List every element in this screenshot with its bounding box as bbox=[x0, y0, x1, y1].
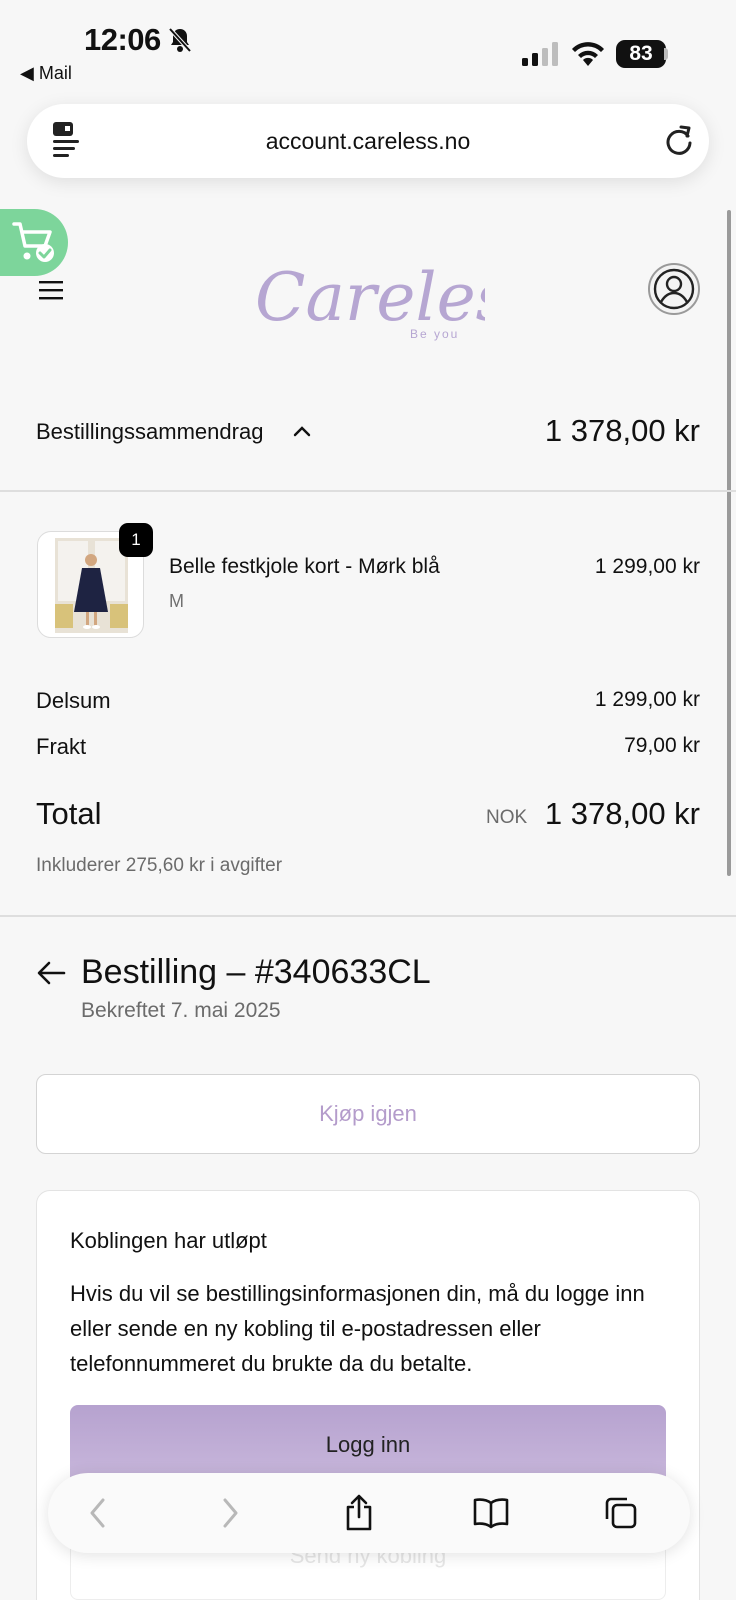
subtotal-value: 1 299,00 kr bbox=[594, 688, 700, 711]
back-icon[interactable] bbox=[88, 1497, 108, 1534]
subtotal-label: Delsum bbox=[36, 688, 111, 713]
divider bbox=[0, 490, 736, 492]
share-icon[interactable] bbox=[344, 1493, 374, 1536]
forward-icon[interactable] bbox=[220, 1497, 240, 1534]
chevron-up-icon[interactable] bbox=[293, 424, 311, 442]
page-scrollbar[interactable] bbox=[727, 210, 731, 876]
battery-tip bbox=[664, 48, 668, 60]
quantity-badge: 1 bbox=[119, 523, 153, 557]
url-text[interactable]: account.careless.no bbox=[27, 128, 709, 155]
user-icon bbox=[653, 268, 695, 310]
order-summary-toggle[interactable]: Bestillingssammendrag bbox=[36, 419, 263, 445]
careless-logo[interactable]: Careless Be you bbox=[255, 232, 543, 349]
bookmarks-icon[interactable] bbox=[472, 1497, 510, 1534]
buy-again-button[interactable]: Kjøp igjen bbox=[36, 1074, 700, 1154]
logo-tagline: Be you bbox=[410, 327, 459, 341]
shipping-value: 79,00 kr bbox=[624, 734, 700, 757]
product-price: 1 299,00 kr bbox=[594, 555, 700, 578]
bell-muted-icon bbox=[168, 27, 192, 58]
wifi-icon bbox=[570, 40, 606, 71]
hamburger-menu-icon[interactable] bbox=[38, 279, 64, 306]
back-to-mail-link[interactable]: ◀ Mail bbox=[20, 63, 72, 84]
card-title: Koblingen har utløpt bbox=[70, 1228, 267, 1253]
tabs-icon[interactable] bbox=[603, 1495, 639, 1536]
address-bar[interactable]: account.careless.no bbox=[27, 104, 709, 178]
total-currency: NOK bbox=[486, 807, 528, 828]
battery-indicator: 83 bbox=[616, 40, 666, 68]
total-label: Total bbox=[36, 796, 102, 831]
total-value: 1 378,00 kr bbox=[544, 796, 700, 831]
order-title: Bestilling – #340633CL bbox=[81, 953, 431, 991]
divider bbox=[0, 915, 736, 917]
logo-text: Careless bbox=[255, 259, 485, 336]
product-name: Belle festkjole kort - Mørk blå bbox=[169, 555, 440, 578]
cart-check-icon bbox=[12, 222, 54, 262]
summary-total-amount: 1 378,00 kr bbox=[544, 413, 700, 448]
card-body-text: Hvis du vil se bestillingsinformasjonen … bbox=[70, 1281, 645, 1376]
account-button[interactable] bbox=[648, 263, 700, 315]
cellular-signal-icon bbox=[522, 42, 560, 71]
taxes-note: Inkluderer 275,60 kr i avgifter bbox=[36, 855, 283, 876]
shipping-label: Frakt bbox=[36, 734, 87, 759]
status-time: 12:06 bbox=[84, 22, 161, 57]
reload-icon[interactable] bbox=[664, 124, 694, 161]
product-variant: M bbox=[169, 591, 184, 611]
order-confirmed-date: Bekreftet 7. mai 2025 bbox=[81, 999, 281, 1022]
back-arrow-icon[interactable] bbox=[36, 960, 66, 991]
browser-toolbar bbox=[48, 1473, 690, 1553]
cart-badge[interactable] bbox=[0, 209, 68, 276]
